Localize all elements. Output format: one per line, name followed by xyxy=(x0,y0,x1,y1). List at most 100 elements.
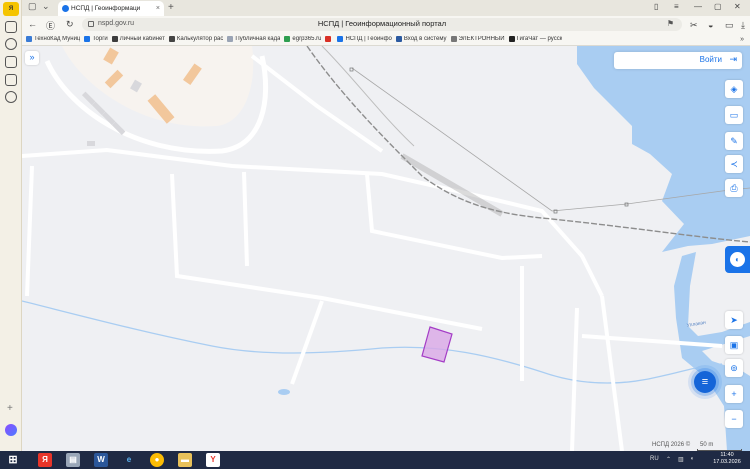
more-bookmarks-icon[interactable]: » xyxy=(740,36,744,43)
reload-button[interactable]: ↻ xyxy=(66,19,74,30)
river-label: Уллакан xyxy=(686,320,706,329)
draw-button[interactable]: ✎ xyxy=(725,132,743,150)
expand-panel-button[interactable]: » xyxy=(25,51,39,65)
bookmark-manager-icon[interactable]: ▯ xyxy=(654,2,658,11)
map-canvas[interactable]: Уллакан xyxy=(22,46,750,451)
bookmark-item[interactable]: НСПД | Геоинфо xyxy=(337,36,392,42)
alice-icon[interactable] xyxy=(5,424,17,436)
geolocation-button[interactable]: ➤ xyxy=(725,311,743,329)
address-bar-row: ← Ⓔ ↻ nspd.gov.ru НСПД | Геоинформационн… xyxy=(22,16,750,33)
rail-siding xyxy=(321,46,415,147)
bookmark-item[interactable]: Вход в систему xyxy=(395,36,447,42)
chat-assistant-button[interactable]: ≡ xyxy=(694,371,716,393)
login-button[interactable]: Войти ⇥ xyxy=(614,52,742,69)
bookmark-item[interactable]: Торги xyxy=(84,36,108,42)
language-indicator[interactable]: RU xyxy=(650,456,659,462)
downloads-icon[interactable]: ▭ xyxy=(725,20,734,31)
bookmark-label: egrp365.ru xyxy=(292,36,322,42)
bookmark-item[interactable]: ГигаЧат — русск xyxy=(508,36,562,42)
river-line xyxy=(22,300,723,384)
search-location-button[interactable]: ⊚ xyxy=(725,359,743,377)
calendar-icon[interactable] xyxy=(5,74,17,86)
tabs-menu-icon[interactable]: ▢ xyxy=(28,1,37,12)
bookmark-item[interactable]: Личный кабинет xyxy=(111,36,165,42)
add-icon[interactable]: + xyxy=(7,403,13,414)
nspd-favicon-icon xyxy=(62,5,69,12)
selected-parcel[interactable] xyxy=(421,326,453,363)
menu-icon[interactable]: ≡ xyxy=(674,2,679,11)
zoom-out-button[interactable]: − xyxy=(725,410,743,428)
chrome-icon[interactable]: ● xyxy=(150,453,164,467)
tab-list-icon[interactable]: ⌄ xyxy=(42,1,50,12)
history-icon[interactable] xyxy=(5,91,17,103)
yandex-logo-icon[interactable]: Я xyxy=(3,2,19,16)
extensions-icon[interactable]: ✂ xyxy=(690,20,698,31)
adblock-icon[interactable]: ◒ xyxy=(708,20,713,30)
bookmark-icon[interactable]: ⚑ xyxy=(667,19,674,28)
bookmark-label: НСПД | Геоинфо xyxy=(345,36,392,42)
bookmark-label: Публичная када xyxy=(235,36,281,42)
notes-icon[interactable] xyxy=(5,56,17,68)
tray-arrow-icon[interactable]: ⌃ xyxy=(666,456,671,463)
collections-icon[interactable] xyxy=(5,21,17,33)
volume-icon[interactable]: ◖ xyxy=(690,456,694,462)
bookmark-label: Торги xyxy=(92,36,108,42)
folder-icon[interactable]: ▬ xyxy=(178,453,192,467)
bookmark-item[interactable]: egrp365.ru xyxy=(284,36,321,42)
bookmark-item[interactable]: Калькулятор рас xyxy=(168,36,223,42)
services-panel-tab[interactable]: ◐ xyxy=(725,246,750,273)
bookmark-item[interactable]: ЭЛЕКТРОННЫЙ xyxy=(450,36,505,42)
maximize-button[interactable]: ▢ xyxy=(714,2,722,11)
tab-strip: ▢ ⌄ НСПД | Геоинформаци × + ▯ ≡ — ▢ ✕ xyxy=(22,0,750,16)
bookmarks-bar: ТехноКад Муниц Торги Личный кабинет Калькул… xyxy=(22,33,750,46)
bookmark-item[interactable]: Публичная када xyxy=(227,36,280,42)
print-button[interactable]: ⎙ xyxy=(725,179,743,197)
bookmark-favicon-icon xyxy=(450,36,457,42)
scale-label: 50 m xyxy=(700,442,714,448)
bookmark-favicon-icon xyxy=(227,36,234,42)
clock-time: 11:40 xyxy=(720,452,734,458)
yandex-search-icon[interactable]: Ⓔ xyxy=(46,19,55,32)
clock-date: 17.03.2026 xyxy=(713,459,741,465)
yandex-browser-icon[interactable]: Y xyxy=(206,453,220,467)
network-icon[interactable]: ▥ xyxy=(678,456,684,463)
browser-window: Я + ▢ ⌄ НСПД | Геоинформаци × + ▯ ≡ — ▢ … xyxy=(0,0,750,469)
tab-nspd[interactable]: НСПД | Геоинформаци × xyxy=(58,1,164,16)
start-button[interactable]: ⊞ xyxy=(6,453,20,467)
bookmark-favicon-icon xyxy=(325,36,332,42)
basemap-button[interactable]: ▣ xyxy=(725,336,743,354)
bookmark-favicon-icon xyxy=(508,36,515,42)
file-explorer-icon[interactable]: ▤ xyxy=(66,453,80,467)
road-network xyxy=(22,54,723,451)
bookmark-item[interactable] xyxy=(325,36,333,42)
close-window-button[interactable]: ✕ xyxy=(734,2,741,11)
layers-button[interactable]: ◈ xyxy=(725,80,743,98)
map-view[interactable]: Уллакан » Войти ⇥ ◈ ▭ ✎ ≺ ⎙ ◐ ➤ ▣ ⊚ + − … xyxy=(22,46,750,451)
bookmark-favicon-icon xyxy=(337,36,344,42)
minimize-button[interactable]: — xyxy=(694,2,702,11)
word-icon[interactable]: W xyxy=(94,453,108,467)
bookmark-label: Личный кабинет xyxy=(119,36,165,42)
zoom-in-button[interactable]: + xyxy=(725,385,743,403)
download-arrow-icon[interactable]: ⤓ xyxy=(741,20,745,31)
login-icon: ⇥ xyxy=(729,54,737,64)
measure-button[interactable]: ▭ xyxy=(725,106,743,124)
back-button[interactable]: ← xyxy=(28,19,37,29)
new-tab-button[interactable]: + xyxy=(168,2,174,13)
share-button[interactable]: ≺ xyxy=(725,155,743,173)
bookmark-favicon-icon xyxy=(395,36,402,42)
play-icon[interactable] xyxy=(5,38,17,50)
close-tab-icon[interactable]: × xyxy=(156,1,160,16)
bookmark-item[interactable]: ТехноКад Муниц xyxy=(26,36,80,42)
services-icon: ◐ xyxy=(730,252,745,267)
edge-icon[interactable]: e xyxy=(122,453,136,467)
yandex-app-icon[interactable]: Я xyxy=(38,453,52,467)
bookmark-favicon-icon xyxy=(26,36,32,42)
browser-sidebar: Я + xyxy=(0,0,22,451)
bookmark-favicon-icon xyxy=(168,36,175,42)
tab-title: НСПД | Геоинформаци xyxy=(71,5,141,12)
login-label: Войти xyxy=(699,55,722,64)
bookmark-label: ЭЛЕКТРОННЫЙ xyxy=(458,36,505,42)
clock[interactable]: 11:40 17.03.2026 xyxy=(708,452,746,466)
address-bar[interactable]: nspd.gov.ru НСПД | Геоинформационный пор… xyxy=(82,18,682,31)
